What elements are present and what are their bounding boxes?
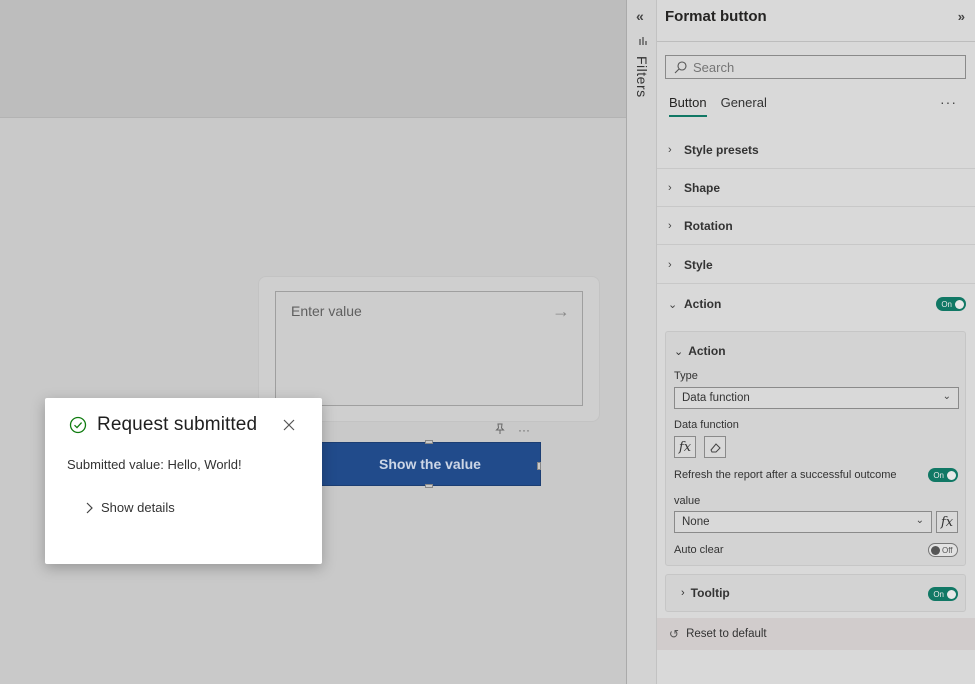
search-input[interactable] bbox=[693, 59, 953, 75]
fx-button[interactable]: fx bbox=[674, 436, 696, 458]
auto-clear-label: Auto clear bbox=[674, 544, 724, 556]
value-fx-button[interactable]: fx bbox=[936, 511, 958, 533]
refresh-toggle[interactable]: On bbox=[928, 468, 958, 482]
toggle-state: On bbox=[933, 589, 944, 599]
reset-to-default-button[interactable]: ↺ Reset to default bbox=[657, 618, 975, 650]
canvas-header-region bbox=[0, 0, 626, 118]
submit-arrow-icon[interactable]: → bbox=[552, 301, 570, 322]
pane-title: Format button bbox=[665, 8, 767, 25]
more-options-icon[interactable]: ··· bbox=[518, 423, 530, 439]
section-label: Rotation bbox=[684, 218, 733, 233]
search-box[interactable] bbox=[665, 55, 966, 79]
tab-general[interactable]: General bbox=[721, 95, 767, 117]
chevron-down-icon: ⌄ bbox=[942, 391, 951, 402]
section-label: Style presets bbox=[684, 142, 759, 157]
collapse-filters-icon[interactable]: « bbox=[636, 8, 644, 24]
show-details-label: Show details bbox=[101, 500, 175, 515]
resize-handle-right[interactable] bbox=[537, 462, 541, 470]
chevron-right-icon bbox=[86, 502, 93, 513]
section-shape[interactable]: › Shape bbox=[657, 169, 975, 207]
refresh-label: Refresh the report after a successful ou… bbox=[674, 469, 897, 481]
section-style[interactable]: › Style bbox=[657, 246, 975, 284]
section-rotation[interactable]: › Rotation bbox=[657, 207, 975, 245]
value-label: value bbox=[674, 495, 701, 507]
chevron-down-icon: ⌄ bbox=[915, 515, 924, 526]
search-icon bbox=[674, 60, 687, 73]
section-label: Style bbox=[684, 257, 713, 272]
toggle-knob bbox=[947, 470, 956, 480]
chevron-right-icon: › bbox=[668, 219, 672, 232]
action-toggle[interactable]: On bbox=[936, 297, 966, 311]
show-value-button-label: Show the value bbox=[379, 456, 481, 472]
chevron-right-icon: › bbox=[668, 181, 672, 194]
type-label: Type bbox=[674, 370, 698, 382]
toggle-state: Off bbox=[942, 545, 953, 555]
type-value: Data function bbox=[682, 392, 750, 404]
value-value: None bbox=[682, 516, 710, 528]
action-card-header[interactable]: ⌄ Action bbox=[674, 344, 726, 358]
auto-clear-toggle[interactable]: Off bbox=[928, 543, 958, 557]
filter-icon bbox=[639, 36, 647, 48]
toggle-knob bbox=[931, 545, 940, 555]
chevron-right-icon: › bbox=[668, 143, 672, 156]
resize-handle-bottom[interactable] bbox=[425, 484, 433, 488]
action-card: ⌄ Action Type Data function ⌄ Data funct… bbox=[665, 331, 966, 566]
toggle-knob bbox=[955, 299, 964, 309]
format-pane: Format button » Button General ··· › Sty… bbox=[656, 0, 975, 684]
tooltip-toggle[interactable]: On bbox=[928, 587, 958, 601]
reset-label: Reset to default bbox=[686, 628, 767, 640]
resize-handle-top[interactable] bbox=[425, 440, 433, 444]
action-card-title: Action bbox=[688, 344, 726, 358]
function-icon: fx bbox=[678, 439, 692, 455]
function-icon: fx bbox=[940, 514, 954, 530]
eraser-icon bbox=[709, 442, 721, 452]
toast-message: Submitted value: Hello, World! bbox=[67, 457, 242, 472]
clear-button[interactable] bbox=[704, 436, 726, 458]
request-submitted-toast: Request submitted Submitted value: Hello… bbox=[45, 398, 322, 564]
type-dropdown[interactable]: Data function ⌄ bbox=[674, 387, 959, 409]
pin-icon[interactable] bbox=[494, 423, 506, 439]
section-label: Tooltip bbox=[690, 586, 730, 600]
toggle-knob bbox=[947, 589, 956, 599]
toast-title: Request submitted bbox=[97, 414, 258, 435]
more-options-icon[interactable]: ··· bbox=[940, 94, 957, 110]
chevron-down-icon: ⌄ bbox=[668, 298, 678, 311]
filters-rail[interactable]: « Filters bbox=[626, 0, 656, 684]
section-style-presets[interactable]: › Style presets bbox=[657, 131, 975, 169]
chevron-right-icon: › bbox=[681, 587, 685, 599]
toggle-state: On bbox=[933, 470, 944, 480]
text-input-field[interactable]: Enter value → bbox=[275, 291, 583, 406]
tab-button[interactable]: Button bbox=[669, 95, 707, 117]
section-tooltip[interactable]: › Tooltip bbox=[665, 574, 966, 612]
section-label: Action bbox=[684, 297, 722, 311]
value-dropdown[interactable]: None ⌄ bbox=[674, 511, 932, 533]
toggle-state: On bbox=[941, 299, 952, 309]
success-check-icon bbox=[69, 416, 87, 434]
show-details-toggle[interactable]: Show details bbox=[85, 500, 175, 515]
divider bbox=[657, 41, 975, 42]
section-label: Shape bbox=[684, 180, 721, 195]
report-canvas[interactable]: Enter value → ··· Show the value bbox=[0, 0, 626, 684]
show-value-button[interactable]: Show the value bbox=[319, 442, 541, 486]
format-tabs: Button General bbox=[669, 95, 767, 117]
chevron-right-icon: › bbox=[668, 258, 672, 271]
filters-label[interactable]: Filters bbox=[634, 56, 650, 98]
expand-pane-icon[interactable]: » bbox=[958, 9, 965, 24]
chevron-down-icon: ⌄ bbox=[674, 345, 684, 358]
input-placeholder: Enter value bbox=[291, 303, 362, 319]
close-icon[interactable] bbox=[282, 418, 296, 432]
reset-icon: ↺ bbox=[669, 627, 680, 641]
visual-header: ··· bbox=[494, 423, 530, 439]
section-action[interactable]: ⌄ Action bbox=[657, 285, 975, 323]
toast-header: Request submitted bbox=[69, 412, 296, 438]
data-function-label: Data function bbox=[674, 419, 739, 431]
